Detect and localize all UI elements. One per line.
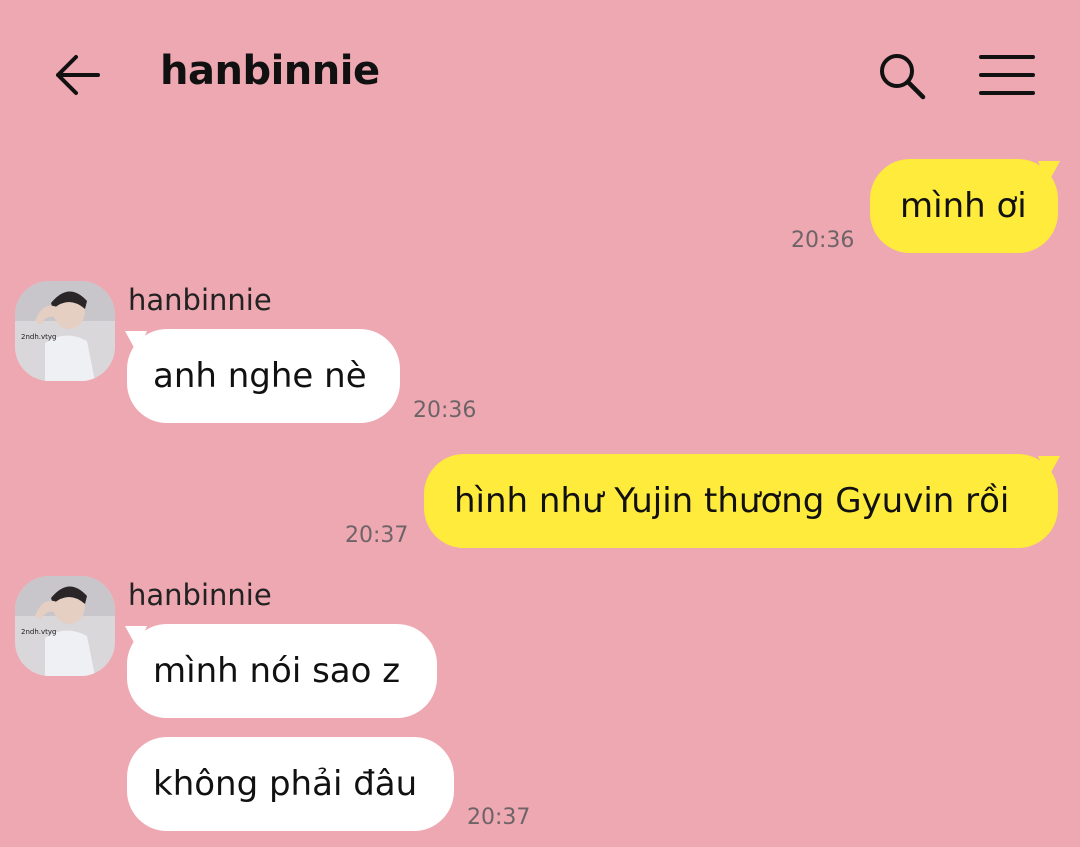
arrow-left-icon bbox=[56, 55, 100, 95]
message-text: hình như Yujin thương Gyuvin rồi bbox=[454, 481, 1010, 521]
bubble-tail bbox=[1038, 456, 1060, 478]
message-bubble-received[interactable]: mình nói sao z bbox=[125, 624, 437, 718]
message-bubble-sent[interactable]: mình ơi bbox=[870, 159, 1060, 253]
svg-text:2ndh.vtyg: 2ndh.vtyg bbox=[21, 333, 56, 341]
profile-photo: 2ndh.vtyg bbox=[15, 281, 115, 381]
chat-title: hanbinnie bbox=[160, 48, 380, 94]
menu-button[interactable] bbox=[978, 52, 1036, 98]
bubble-tail bbox=[1038, 161, 1060, 183]
sender-name: hanbinnie bbox=[128, 578, 272, 612]
chat-header: hanbinnie bbox=[0, 0, 1080, 150]
message-timestamp: 20:37 bbox=[467, 805, 531, 830]
svg-text:2ndh.vtyg: 2ndh.vtyg bbox=[21, 628, 56, 636]
sender-name: hanbinnie bbox=[128, 283, 272, 317]
bubble-tail bbox=[125, 626, 147, 648]
message-timestamp: 20:36 bbox=[791, 228, 855, 253]
avatar[interactable]: 2ndh.vtyg bbox=[15, 281, 115, 381]
message-text: không phải đâu bbox=[153, 764, 418, 804]
message-bubble-received[interactable]: không phải đâu bbox=[127, 737, 454, 831]
message-bubble-received[interactable]: anh nghe nè bbox=[125, 329, 400, 423]
search-button[interactable] bbox=[876, 50, 928, 102]
message-text: mình ơi bbox=[900, 186, 1027, 226]
hamburger-menu-icon bbox=[979, 55, 1035, 95]
back-button[interactable] bbox=[52, 52, 102, 98]
message-bubble-sent[interactable]: hình như Yujin thương Gyuvin rồi bbox=[424, 454, 1060, 548]
avatar[interactable]: 2ndh.vtyg bbox=[15, 576, 115, 676]
message-timestamp: 20:37 bbox=[345, 523, 409, 548]
bubble-tail bbox=[125, 331, 147, 353]
message-text: mình nói sao z bbox=[153, 651, 401, 691]
profile-photo: 2ndh.vtyg bbox=[15, 576, 115, 676]
search-icon bbox=[880, 54, 926, 100]
message-timestamp: 20:36 bbox=[413, 398, 477, 423]
message-text: anh nghe nè bbox=[153, 356, 367, 396]
